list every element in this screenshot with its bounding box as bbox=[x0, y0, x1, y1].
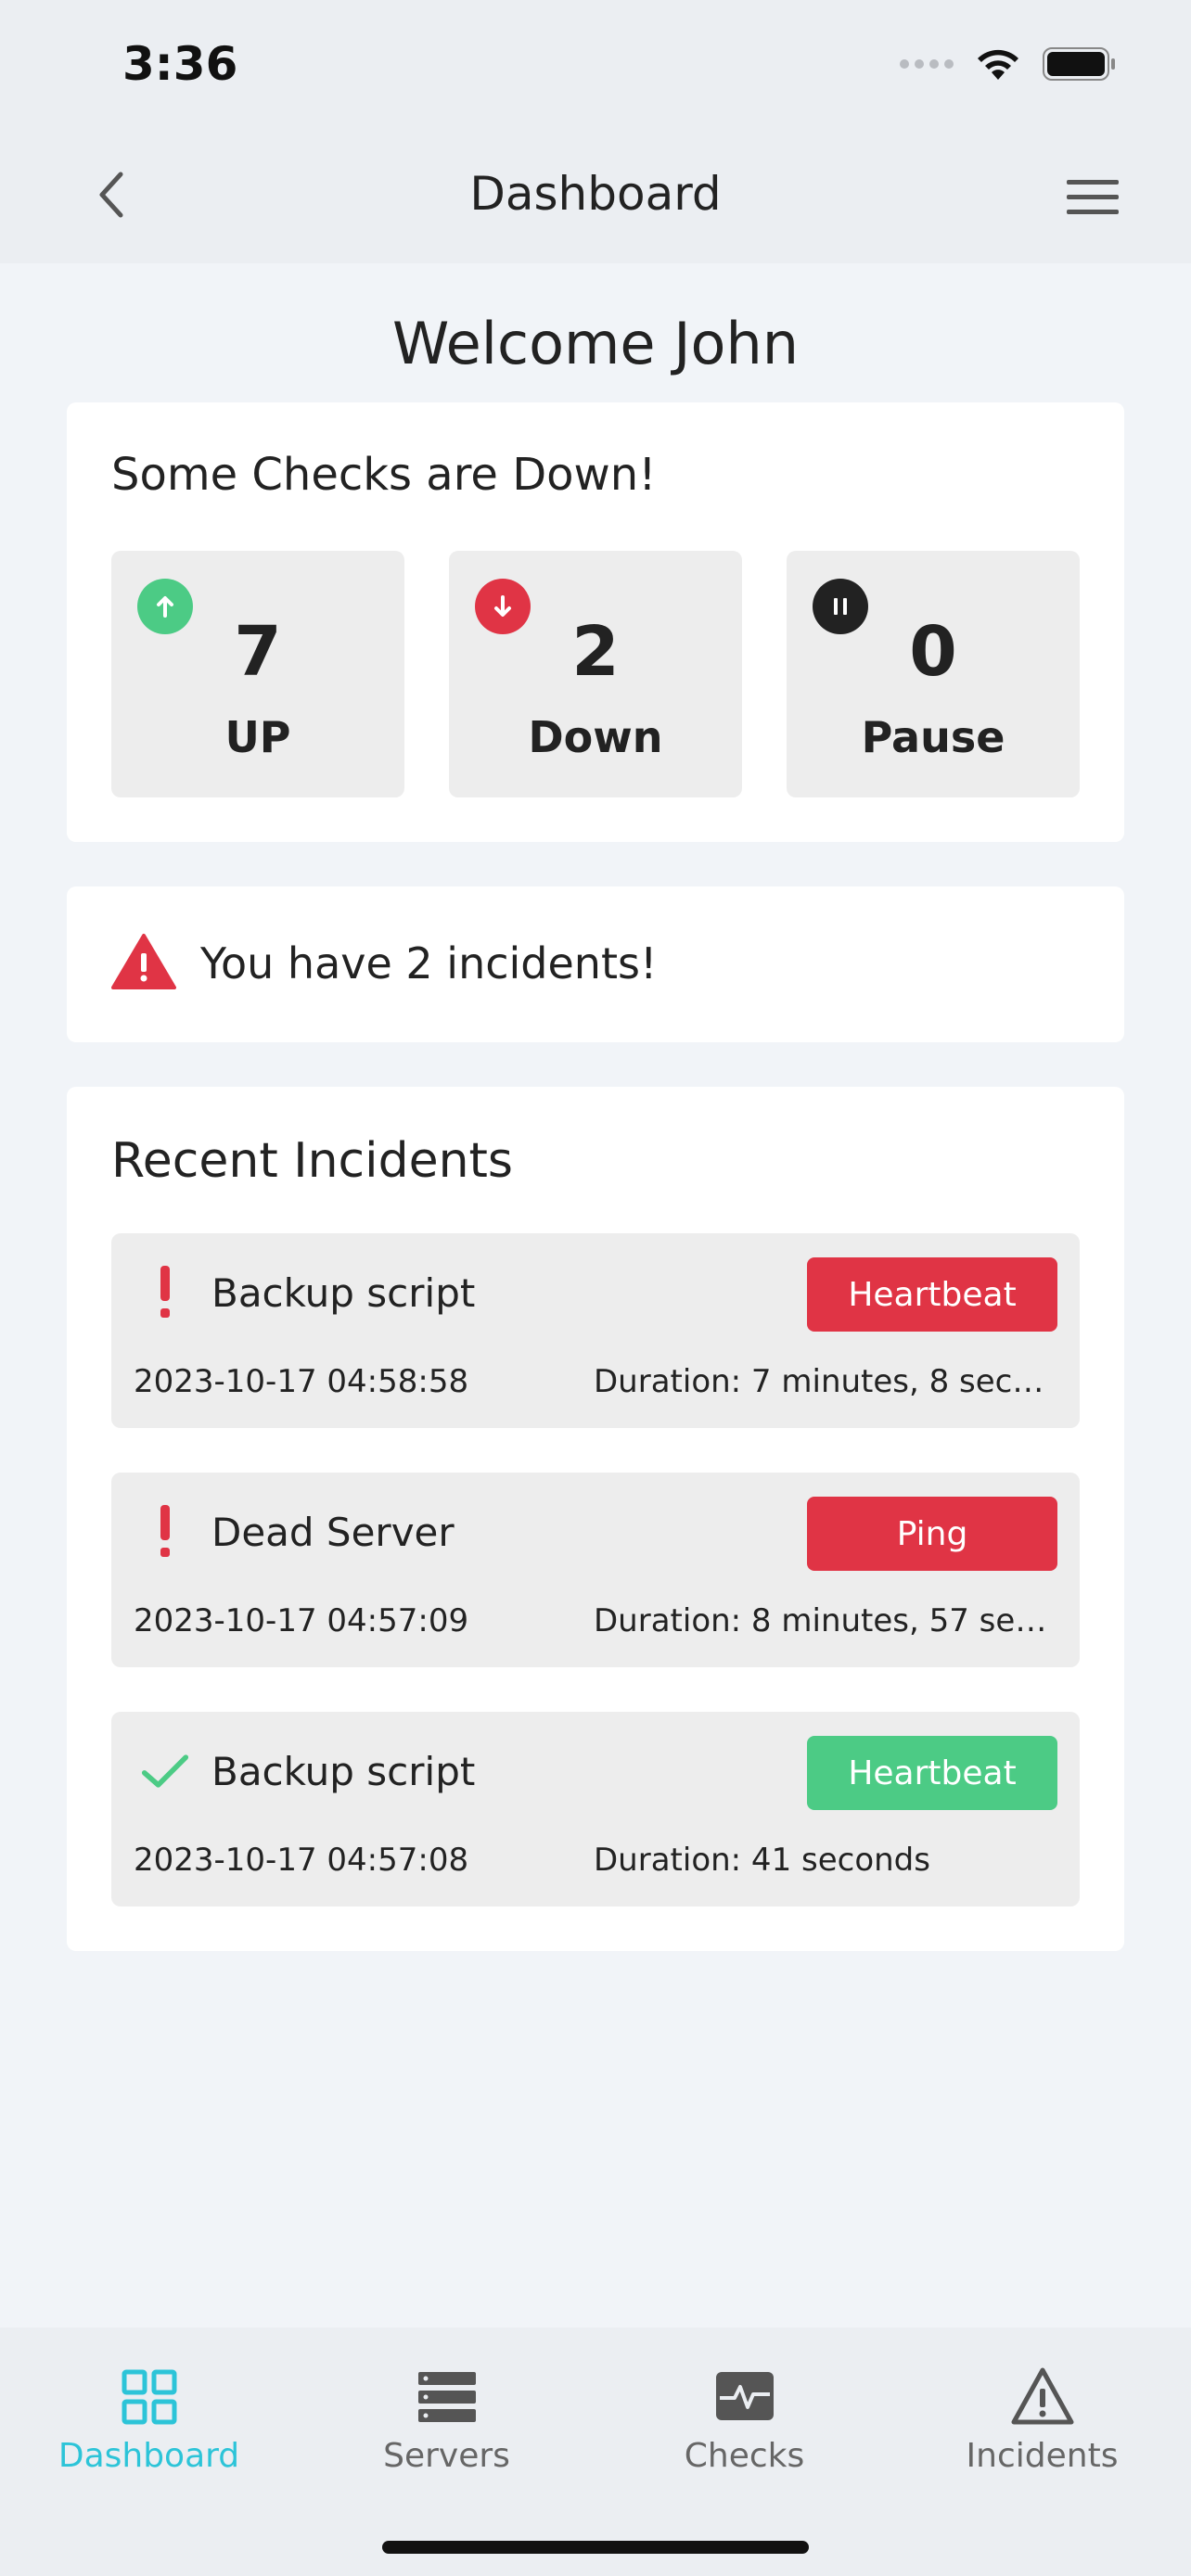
incident-name: Backup script bbox=[211, 1749, 476, 1794]
incident-type-badge: Ping bbox=[807, 1497, 1057, 1571]
page-title: Dashboard bbox=[469, 167, 722, 221]
stat-down-value: 2 bbox=[571, 612, 620, 692]
warning-icon bbox=[111, 934, 176, 989]
incident-duration: Duration: 7 minutes, 8 secon... bbox=[594, 1363, 1057, 1400]
stat-down-label: Down bbox=[528, 712, 663, 762]
warning-icon bbox=[1011, 2367, 1073, 2425]
stat-pause-value: 0 bbox=[909, 612, 957, 692]
incident-duration: Duration: 8 minutes, 57 seco... bbox=[594, 1602, 1057, 1639]
cellular-signal-icon bbox=[900, 59, 954, 69]
server-icon bbox=[417, 2372, 476, 2422]
stat-pause-label: Pause bbox=[861, 712, 1005, 762]
stat-down[interactable]: 2 Down bbox=[449, 551, 742, 797]
bottom-tab-bar: Dashboard Servers Checks Incidents bbox=[0, 2327, 1191, 2576]
incident-type-badge: Heartbeat bbox=[807, 1257, 1057, 1332]
recent-incidents-card: Recent Incidents Backup script Heartbeat… bbox=[67, 1087, 1124, 1951]
summary-card: Some Checks are Down! 7 UP 2 Down 0 Paus… bbox=[67, 402, 1124, 842]
exclamation-icon bbox=[141, 1265, 189, 1320]
incident-item[interactable]: Backup script Heartbeat 2023-10-17 04:57… bbox=[111, 1712, 1080, 1906]
incident-name: Backup script bbox=[211, 1270, 476, 1316]
grid-icon bbox=[122, 2369, 176, 2425]
recent-incidents-title: Recent Incidents bbox=[111, 1133, 514, 1189]
wifi-icon bbox=[978, 49, 1018, 80]
incident-date: 2023-10-17 04:58:58 bbox=[134, 1363, 469, 1400]
incident-type-badge: Heartbeat bbox=[807, 1736, 1057, 1810]
incident-date: 2023-10-17 04:57:09 bbox=[134, 1602, 469, 1639]
tab-incidents[interactable]: Incidents bbox=[893, 2365, 1191, 2475]
pulse-icon bbox=[715, 2372, 774, 2420]
exclamation-icon bbox=[141, 1504, 189, 1560]
status-icons bbox=[900, 46, 1117, 82]
incident-item[interactable]: Dead Server Ping 2023-10-17 04:57:09 Dur… bbox=[111, 1473, 1080, 1667]
battery-icon bbox=[1043, 47, 1115, 81]
tab-incidents-label: Incidents bbox=[966, 2437, 1119, 2475]
home-indicator[interactable] bbox=[382, 2541, 809, 2554]
stat-up[interactable]: 7 UP bbox=[111, 551, 404, 797]
menu-button[interactable] bbox=[1067, 176, 1119, 217]
incident-item[interactable]: Backup script Heartbeat 2023-10-17 04:58… bbox=[111, 1233, 1080, 1428]
checkmark-icon bbox=[141, 1743, 189, 1799]
tab-checks-label: Checks bbox=[684, 2437, 805, 2475]
incident-alert-card[interactable]: You have 2 incidents! bbox=[67, 886, 1124, 1042]
tab-servers-label: Servers bbox=[383, 2437, 510, 2475]
status-time: 3:36 bbox=[122, 37, 238, 91]
incident-duration: Duration: 41 seconds bbox=[594, 1842, 930, 1879]
tab-checks[interactable]: Checks bbox=[596, 2365, 893, 2475]
stat-up-label: UP bbox=[224, 712, 291, 762]
summary-title: Some Checks are Down! bbox=[111, 449, 657, 501]
tab-servers[interactable]: Servers bbox=[298, 2365, 596, 2475]
tab-dashboard-label: Dashboard bbox=[58, 2437, 240, 2475]
stat-pause[interactable]: 0 Pause bbox=[787, 551, 1080, 797]
stat-up-value: 7 bbox=[234, 612, 282, 692]
top-bar: 3:36 Dashboard bbox=[0, 0, 1191, 263]
incident-name: Dead Server bbox=[211, 1510, 455, 1555]
tab-dashboard[interactable]: Dashboard bbox=[0, 2365, 298, 2475]
incident-date: 2023-10-17 04:57:08 bbox=[134, 1842, 469, 1879]
incident-alert-text: You have 2 incidents! bbox=[200, 938, 658, 988]
welcome-heading: Welcome John bbox=[391, 310, 800, 377]
